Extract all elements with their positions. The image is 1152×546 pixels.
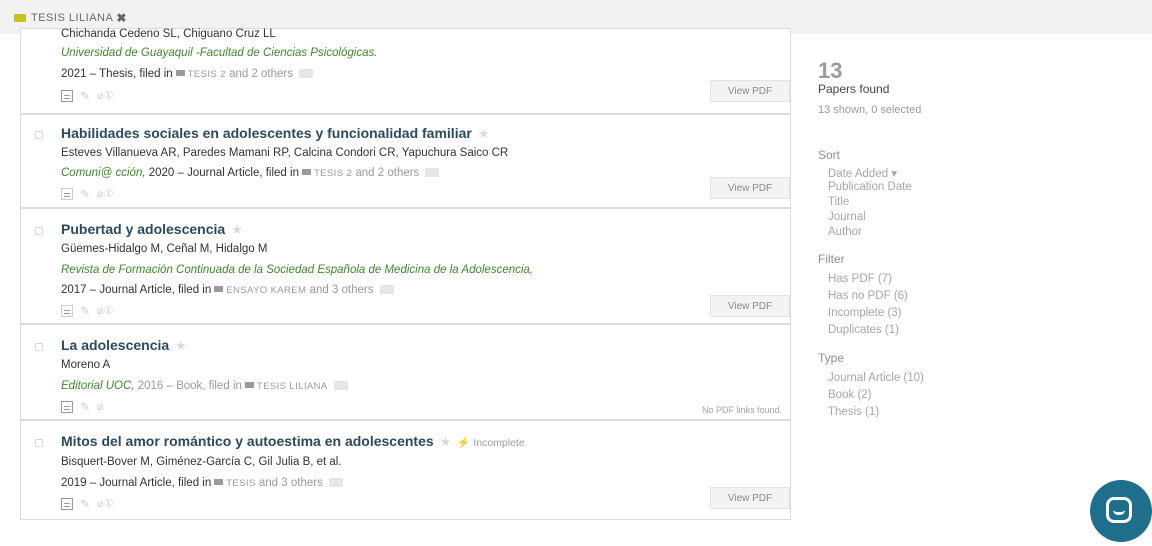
tag-filter-pill[interactable]: TESIS LILIANA ✖ bbox=[14, 11, 127, 25]
notes-icon[interactable] bbox=[61, 498, 73, 510]
folder-icon bbox=[301, 169, 311, 175]
no-pdf-label: No PDF links found. bbox=[701, 405, 782, 415]
sort-heading: Sort bbox=[818, 148, 841, 162]
paper-folder[interactable]: TESIS LILIANA bbox=[257, 381, 328, 392]
attachment-icon[interactable]: ⌀① bbox=[97, 498, 113, 510]
more-folders-button[interactable] bbox=[328, 478, 343, 487]
paper-title[interactable]: Habilidades sociales en adolescentes y f… bbox=[61, 125, 489, 142]
folder-icon bbox=[14, 14, 26, 22]
close-icon[interactable]: ✖ bbox=[116, 11, 127, 25]
list-item[interactable]: Pubertad y adolescencia ★ Güemes-Hidalgo … bbox=[20, 208, 791, 324]
view-pdf-button[interactable]: View PDF bbox=[710, 177, 790, 199]
paper-folder[interactable]: ENSAYO KAREM bbox=[226, 285, 306, 296]
attachment-icon[interactable]: ⌀ bbox=[97, 401, 104, 413]
paper-authors: Bisquert-Bover M, Giménez-García C, Gil … bbox=[61, 456, 342, 468]
sort-option-author[interactable]: Author bbox=[828, 226, 862, 238]
paper-authors: Esteves Villanueva AR, Paredes Mamani RP… bbox=[61, 147, 509, 159]
star-icon[interactable]: ★ bbox=[231, 222, 243, 238]
paper-actions: ✎ ⌀① bbox=[61, 498, 113, 510]
incomplete-badge: ⚡ Incomplete bbox=[457, 437, 525, 449]
star-icon[interactable]: ★ bbox=[440, 434, 452, 450]
star-icon[interactable]: ★ bbox=[175, 338, 187, 354]
view-pdf-button[interactable]: View PDF bbox=[710, 295, 790, 317]
type-thesis[interactable]: Thesis (1) bbox=[828, 406, 879, 418]
paper-folder[interactable]: TESIS 2 bbox=[188, 69, 226, 80]
list-item[interactable]: Habilidades sociales en adolescentes y f… bbox=[20, 114, 791, 208]
view-pdf-button[interactable]: View PDF bbox=[710, 80, 790, 102]
paper-folder[interactable]: TESIS 2 bbox=[314, 168, 352, 179]
paper-actions: ✎ ⌀① bbox=[61, 188, 113, 200]
papers-found-label: Papers found bbox=[818, 82, 890, 96]
paper-venue: Revista de Formación Continuada de la So… bbox=[61, 264, 534, 276]
attachment-icon[interactable]: ⌀① bbox=[97, 188, 113, 200]
paper-actions: ✎ ⌀ bbox=[61, 401, 104, 413]
paper-venue: Universidad de Guayaquil -Facultad de Ci… bbox=[61, 47, 378, 59]
view-pdf-button[interactable]: View PDF bbox=[710, 487, 790, 509]
filter-has-pdf[interactable]: Has PDF (7) bbox=[828, 273, 892, 285]
select-checkbox[interactable] bbox=[35, 227, 43, 235]
paper-meta: 2021 – Thesis, filed in TESIS 2 and 2 oth… bbox=[61, 68, 313, 80]
folder-icon bbox=[244, 382, 254, 388]
sort-option-title[interactable]: Title bbox=[828, 196, 849, 208]
list-item[interactable]: Chichanda Cedeno SL, Chiguano Cruz LL Un… bbox=[20, 28, 791, 114]
paper-list: Chichanda Cedeno SL, Chiguano Cruz LL Un… bbox=[20, 28, 791, 520]
tag-filter-label: TESIS LILIANA bbox=[31, 12, 114, 24]
folder-icon bbox=[214, 286, 224, 292]
folder-icon bbox=[214, 479, 224, 485]
notes-icon[interactable] bbox=[61, 305, 73, 317]
edit-icon[interactable]: ✎ bbox=[80, 90, 90, 102]
paper-title[interactable]: Pubertad y adolescencia ★ bbox=[61, 221, 243, 238]
paper-actions: ✎ ⌀① bbox=[61, 305, 113, 317]
select-checkbox[interactable] bbox=[35, 343, 43, 351]
edit-icon[interactable]: ✎ bbox=[80, 498, 90, 510]
more-folders-button[interactable] bbox=[425, 168, 440, 177]
more-folders-button[interactable] bbox=[299, 69, 313, 78]
notes-icon[interactable] bbox=[61, 401, 73, 413]
paper-authors: Moreno A bbox=[61, 359, 111, 371]
list-item[interactable]: Mitos del amor romántico y autoestima en… bbox=[20, 420, 791, 520]
select-checkbox[interactable] bbox=[35, 439, 43, 447]
more-folders-button[interactable] bbox=[333, 381, 348, 390]
paper-authors: Chichanda Cedeno SL, Chiguano Cruz LL bbox=[61, 28, 276, 40]
type-heading: Type bbox=[818, 351, 845, 365]
paper-title[interactable]: La adolescencia ★ bbox=[61, 337, 187, 354]
chat-button[interactable] bbox=[1090, 480, 1152, 542]
attachment-icon[interactable]: ⌀① bbox=[97, 90, 113, 102]
filter-incomplete[interactable]: Incomplete (3) bbox=[828, 307, 902, 319]
filter-heading: Filter bbox=[818, 252, 845, 266]
edit-icon[interactable]: ✎ bbox=[80, 401, 90, 413]
paper-title[interactable]: Mitos del amor romántico y autoestima en… bbox=[61, 433, 525, 450]
attachment-icon[interactable]: ⌀① bbox=[97, 305, 113, 317]
type-book[interactable]: Book (2) bbox=[828, 389, 871, 401]
edit-icon[interactable]: ✎ bbox=[80, 305, 90, 317]
type-journal-article[interactable]: Journal Article (10) bbox=[828, 372, 924, 384]
select-checkbox[interactable] bbox=[35, 131, 43, 139]
list-item[interactable]: La adolescencia ★ Moreno A Editorial UOC,… bbox=[20, 324, 791, 420]
paper-venue: Comuni@ cción, 2020 – Journal Article, f… bbox=[61, 167, 440, 179]
folder-icon bbox=[175, 70, 185, 76]
notes-icon[interactable] bbox=[61, 188, 73, 200]
paper-authors: Güemes-Hidalgo M, Ceñal M, Hidalgo M bbox=[61, 243, 268, 255]
sort-option-journal[interactable]: Journal bbox=[828, 211, 866, 223]
paper-actions: ✎ ⌀① bbox=[61, 90, 113, 102]
selection-status: 13 shown, 0 selected bbox=[818, 104, 922, 116]
more-folders-button[interactable] bbox=[379, 285, 394, 294]
notes-icon[interactable] bbox=[61, 90, 73, 102]
star-icon[interactable]: ★ bbox=[478, 126, 490, 142]
paper-venue: Editorial UOC, 2016 – Book, filed in TESI… bbox=[61, 380, 348, 392]
paper-meta: 2017 – Journal Article, filed in ENSAYO K… bbox=[61, 284, 394, 296]
sort-option-publication-date[interactable]: Publication Date bbox=[828, 181, 912, 193]
sort-option-date-added[interactable]: Date Added ▾ bbox=[828, 166, 897, 180]
paper-count: 13 bbox=[818, 58, 843, 83]
filter-duplicates[interactable]: Duplicates (1) bbox=[828, 324, 899, 336]
paper-folder[interactable]: TESIS bbox=[226, 478, 255, 489]
filter-has-no-pdf[interactable]: Has no PDF (6) bbox=[828, 290, 908, 302]
paper-meta: 2019 – Journal Article, filed in TESIS an… bbox=[61, 477, 343, 489]
edit-icon[interactable]: ✎ bbox=[80, 188, 90, 200]
